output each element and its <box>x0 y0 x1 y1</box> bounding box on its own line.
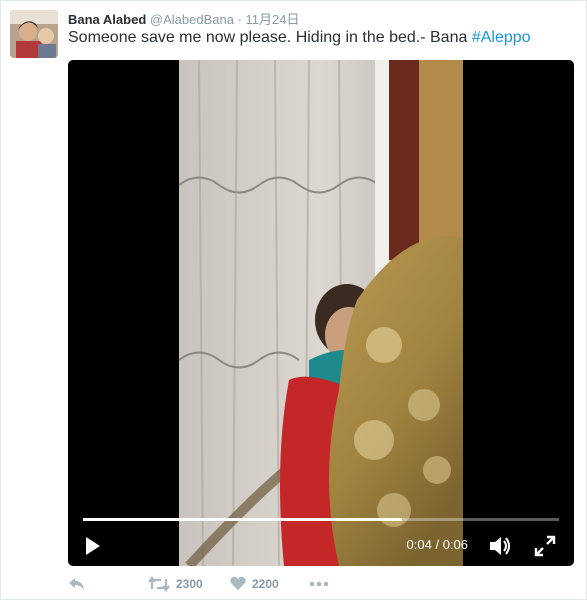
more-button[interactable] <box>309 581 329 587</box>
reply-button[interactable] <box>68 576 86 592</box>
tweet-header: Bana Alabed @AlabedBana · 11月24日 <box>68 9 299 28</box>
current-time: 0:04 <box>406 537 432 552</box>
video-frame <box>179 60 463 566</box>
reply-icon <box>69 578 84 590</box>
play-icon[interactable] <box>80 534 104 558</box>
video-controls: 0:04 / 0:06 <box>68 506 574 566</box>
author-name[interactable]: Bana Alabed <box>68 12 146 27</box>
retweet-button[interactable]: 2300 <box>148 576 203 592</box>
author-handle[interactable]: @AlabedBana <box>150 12 234 27</box>
video-progress-bar[interactable] <box>83 518 559 521</box>
tweet-card: Bana Alabed @AlabedBana · 11月24日 Someone… <box>0 0 587 600</box>
more-icon <box>309 581 329 587</box>
tweet-text: Someone save me now please. Hiding in th… <box>68 29 531 47</box>
retweet-count: 2300 <box>176 577 203 591</box>
volume-icon[interactable] <box>488 535 512 557</box>
fullscreen-icon[interactable] <box>534 535 556 557</box>
tweet-timestamp[interactable]: · 11月24日 <box>238 12 300 27</box>
heart-icon <box>230 576 246 590</box>
duration: 0:06 <box>442 537 468 552</box>
like-count: 2200 <box>252 576 279 591</box>
hashtag-link[interactable]: #Aleppo <box>472 29 531 46</box>
video-timecode: 0:04 / 0:06 <box>406 537 468 552</box>
tweet-body: Someone save me now please. Hiding in th… <box>68 29 472 46</box>
retweet-icon <box>148 576 170 592</box>
avatar-image <box>10 10 58 58</box>
video-player[interactable]: 0:04 / 0:06 <box>68 60 574 566</box>
like-button[interactable]: 2200 <box>230 576 279 591</box>
avatar[interactable] <box>10 10 58 58</box>
video-progress-fill <box>83 518 402 521</box>
